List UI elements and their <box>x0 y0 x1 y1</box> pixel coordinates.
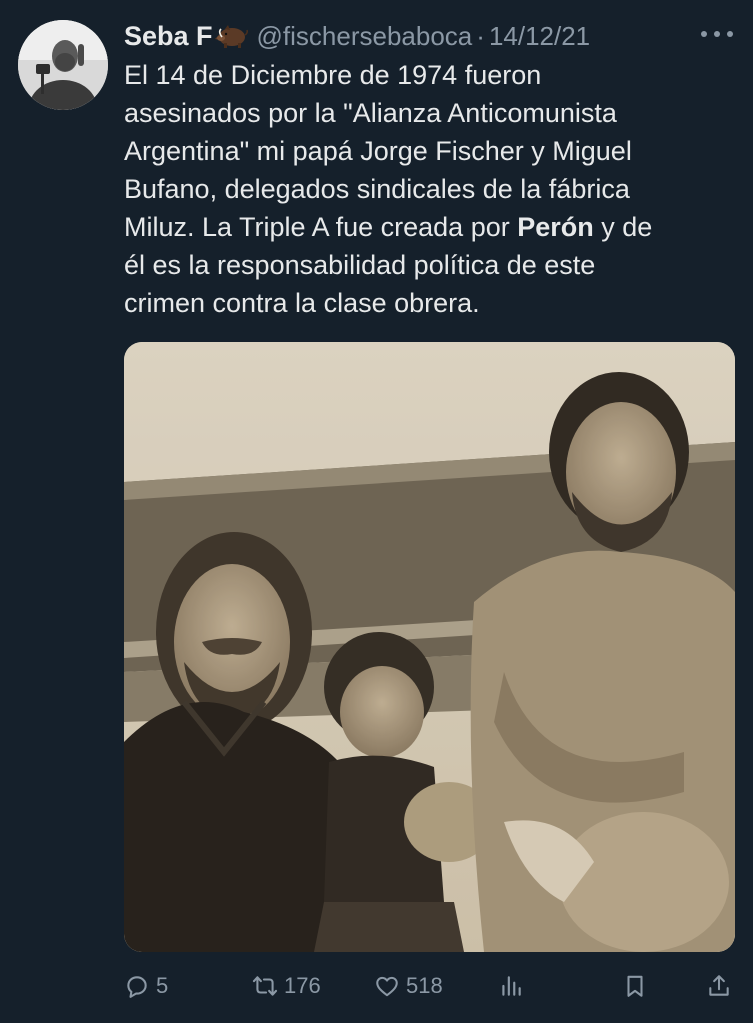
tweet-text-line: Miluz. La Triple A fue creada por Perón … <box>124 208 724 246</box>
share-button[interactable] <box>706 966 732 1006</box>
retweet-count: 176 <box>284 973 321 998</box>
tweet-text-line: él es la responsabilidad política de est… <box>124 250 596 280</box>
avatar-image <box>18 20 108 110</box>
like-button[interactable]: 518 <box>374 966 443 1006</box>
retweet-button[interactable]: 176 <box>252 966 321 1006</box>
tweet-date[interactable]: 14/12/21 <box>489 21 590 52</box>
retweet-icon <box>252 976 278 996</box>
tweet-text-line: Argentina" mi papá Jorge Fischer y Migue… <box>124 136 632 166</box>
tweet[interactable]: Seba F @fischersebaboca · 14/12/21 El 14… <box>0 0 753 1023</box>
reply-icon <box>127 976 147 998</box>
bookmark-button[interactable] <box>622 966 648 1006</box>
more-options-icon[interactable] <box>701 20 733 48</box>
tweet-photo[interactable] <box>124 342 735 952</box>
separator-dot: · <box>476 20 485 51</box>
like-count: 518 <box>406 973 443 998</box>
tweet-actions: 5 176 518 <box>124 966 735 1006</box>
tweet-text: El 14 de Diciembre de 1974 fueron asesin… <box>124 56 724 322</box>
photo-image <box>124 342 735 952</box>
bookmark-icon <box>627 975 643 997</box>
tweet-text-line: crimen contra la clase obrera. <box>124 288 480 318</box>
reply-count: 5 <box>156 973 169 998</box>
views-icon <box>502 976 521 996</box>
tweet-text-line: El 14 de Diciembre de 1974 fueron <box>124 60 542 90</box>
display-name[interactable]: Seba F <box>124 21 213 52</box>
tweet-text-line: Bufano, delegados sindicales de la fábri… <box>124 174 630 204</box>
avatar[interactable] <box>18 20 108 110</box>
tweet-header: Seba F @fischersebaboca · 14/12/21 <box>124 14 590 58</box>
tweet-text-segment: y de <box>593 212 653 242</box>
tweet-text-bold: Perón <box>517 212 594 242</box>
like-icon <box>376 976 398 997</box>
handle[interactable]: @fischersebaboca <box>257 21 473 52</box>
tweet-text-segment: Miluz. La Triple A fue creada por <box>124 212 518 242</box>
boar-emoji-icon <box>214 23 249 49</box>
share-icon <box>709 975 729 996</box>
reply-button[interactable]: 5 <box>124 966 168 1006</box>
views-button[interactable] <box>498 966 524 1006</box>
tweet-text-line: asesinados por la "Alianza Anticomunista <box>124 98 617 128</box>
